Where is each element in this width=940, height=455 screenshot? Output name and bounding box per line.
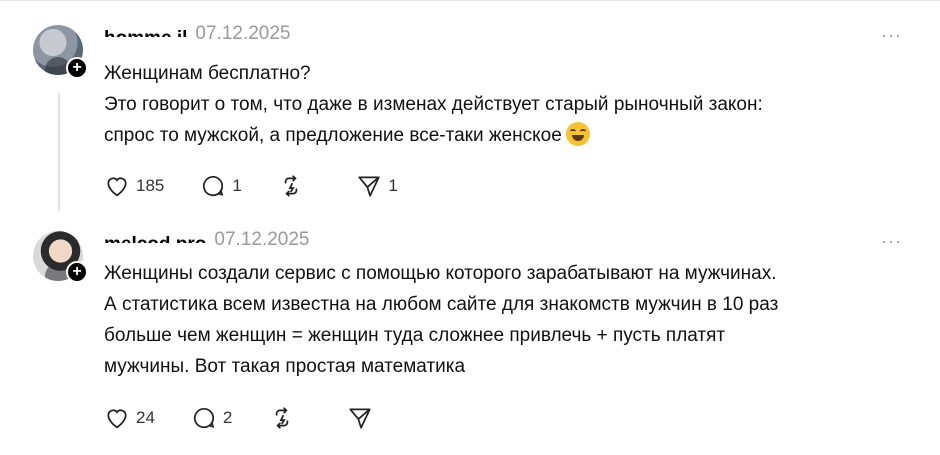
text-line: Женщины создали сервис с помощью которог… <box>104 263 777 284</box>
like-button[interactable]: 185 <box>104 173 164 199</box>
heart-icon <box>107 409 127 429</box>
post-date[interactable]: 07.12.2025 <box>214 229 309 251</box>
like-button[interactable]: 24 <box>104 405 155 431</box>
repost-icon <box>275 407 289 429</box>
text-line: Женщинам бесплатно? <box>104 63 311 84</box>
text-line: мужчины. Вот такая простая математика <box>104 356 466 377</box>
text-line: спрос то мужской, а предложение все-таки… <box>104 125 562 146</box>
share-button[interactable] <box>347 405 389 431</box>
reply-button[interactable]: 2 <box>191 405 233 431</box>
reply-count: 1 <box>232 176 242 195</box>
more-icon[interactable]: ··· <box>881 26 902 44</box>
username[interactable]: melcod.pro <box>104 230 206 243</box>
face-with-tears-of-joy-icon <box>565 122 590 146</box>
post-header: homme.il 07.12.2025 <box>104 23 291 47</box>
plus-icon[interactable]: + <box>66 261 88 283</box>
like-count: 185 <box>136 176 165 195</box>
heart-icon <box>107 177 127 197</box>
username[interactable]: homme.il <box>104 24 187 37</box>
post-text: Женщинам бесплатно? Это говорит о том, ч… <box>104 58 914 151</box>
comment-icon <box>193 408 215 429</box>
post: + melcod.pro 07.12.2025 ··· Женщины созд… <box>0 220 940 455</box>
share-count: 1 <box>388 176 398 195</box>
repost-icon <box>285 175 298 197</box>
more-icon[interactable]: ··· <box>881 232 902 250</box>
text-line: Это говорит о том, что даже в изменах де… <box>104 94 763 115</box>
share-button[interactable]: 1 <box>356 173 398 199</box>
send-icon <box>358 176 380 197</box>
post-actions: 24 2 <box>104 405 425 431</box>
like-count: 24 <box>136 408 155 427</box>
thread-line <box>58 93 60 211</box>
text-line: А статистика всем известна на любом сайт… <box>104 294 779 315</box>
text-line: больше чем женщин = женщин туда сложнее … <box>104 325 726 346</box>
reply-count: 2 <box>222 408 233 427</box>
post: + homme.il 07.12.2025 ··· Женщинам беспл… <box>0 0 940 220</box>
reply-button[interactable]: 1 <box>200 173 242 199</box>
comment-icon <box>203 176 224 197</box>
post-header: melcod.pro 07.12.2025 <box>104 229 310 253</box>
post-actions: 185 1 1 <box>104 173 434 199</box>
send-icon <box>349 408 371 429</box>
post-date[interactable]: 07.12.2025 <box>195 23 290 45</box>
repost-button[interactable] <box>278 173 320 199</box>
repost-button[interactable] <box>269 405 311 431</box>
post-text: Женщины создали сервис с помощью которог… <box>104 258 914 382</box>
plus-icon[interactable]: + <box>66 57 88 79</box>
